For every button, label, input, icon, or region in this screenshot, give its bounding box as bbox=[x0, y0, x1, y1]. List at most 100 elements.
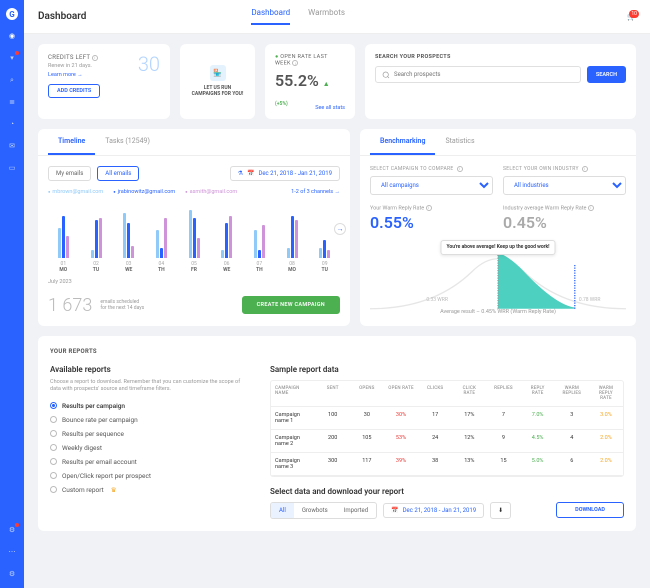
search-label: SEARCH YOUR PROSPECTS bbox=[375, 54, 626, 60]
add-credits-button[interactable]: ADD CREDITS bbox=[48, 84, 100, 98]
open-rate-card: ● OPEN RATE LAST WEEK i 55.2% ▲ (+5%) Se… bbox=[265, 44, 355, 119]
benchmarking-panel: Benchmarking Statistics SELECT CAMPAIGN … bbox=[360, 129, 636, 326]
nav-settings-icon[interactable]: ⚙ bbox=[6, 568, 18, 580]
nav-search-icon[interactable]: ⌕ bbox=[6, 74, 18, 86]
info-icon[interactable]: i bbox=[292, 60, 298, 66]
bell-curve-chart: You're above average! Keep up the good w… bbox=[370, 240, 626, 315]
logo[interactable]: G bbox=[6, 8, 18, 20]
calendar-icon: 📅 bbox=[391, 507, 398, 514]
info-icon[interactable]: i bbox=[582, 166, 588, 172]
chart-column: 02TU bbox=[85, 203, 108, 273]
search-input[interactable] bbox=[375, 66, 581, 83]
credits-card: CREDITS LEFT i Renew in 21 days. Learn m… bbox=[38, 44, 170, 119]
chart-column: 04TH bbox=[150, 203, 173, 273]
email-legend-3: asmith@gmail.com bbox=[185, 189, 237, 195]
nav-help-icon[interactable]: ⋯ bbox=[6, 546, 18, 558]
nav-folder-icon[interactable]: ▭ bbox=[6, 162, 18, 174]
tab-warmbots[interactable]: Warmbots bbox=[308, 8, 345, 25]
nav-dashboard-icon[interactable]: ◉ bbox=[6, 30, 18, 42]
industry-rate-value: 0.45% bbox=[503, 213, 626, 232]
nav-mail-icon[interactable]: ✉ bbox=[6, 140, 18, 152]
available-reports-heading: Available reports bbox=[50, 365, 250, 374]
report-option[interactable]: Open/Click report per prospect bbox=[50, 472, 250, 480]
timeline-chart: 01MO02TU03WE04TH05FR06WE07TH08MO09TU→ bbox=[48, 203, 340, 273]
reports-section: YOUR REPORTS Available reports Choose a … bbox=[38, 336, 636, 531]
learn-more-link[interactable]: Learn more → bbox=[48, 72, 83, 78]
search-card: SEARCH YOUR PROSPECTS SEARCH bbox=[365, 44, 636, 119]
chart-next-arrow[interactable]: → bbox=[334, 223, 346, 235]
scheduled-count: 1 673 bbox=[48, 295, 92, 316]
campaign-select[interactable]: All campaigns bbox=[370, 176, 493, 195]
chart-column: 05FR bbox=[183, 203, 206, 273]
chart-column: 06WE bbox=[215, 203, 238, 273]
tab-tasks[interactable]: Tasks (12549) bbox=[95, 129, 160, 155]
credits-count: 30 bbox=[138, 52, 160, 76]
nav-list-icon[interactable]: ≣ bbox=[6, 96, 18, 108]
your-rate-label: Your Warm Reply Rate bbox=[370, 205, 424, 211]
report-option[interactable]: Results per campaign bbox=[50, 402, 250, 410]
filter-my-emails[interactable]: My emails bbox=[48, 166, 91, 181]
see-all-stats-link[interactable]: See all stats bbox=[315, 105, 345, 111]
crown-icon: ♛ bbox=[111, 486, 117, 494]
report-option[interactable]: Weekly digest bbox=[50, 444, 250, 452]
promo-text: LET US RUNCAMPAIGNS FOR YOU! bbox=[192, 85, 244, 98]
tab-statistics[interactable]: Statistics bbox=[435, 129, 484, 155]
industry-rate-label: Industry average Warm Reply Rate bbox=[503, 205, 586, 211]
search-button[interactable]: SEARCH bbox=[587, 66, 626, 83]
campaigns-promo-card[interactable]: 🏪 LET US RUNCAMPAIGNS FOR YOU! bbox=[180, 44, 255, 119]
report-option[interactable]: Custom report♛ bbox=[50, 486, 250, 494]
chart-column: 03WE bbox=[117, 203, 140, 273]
chart-column: 09TU bbox=[313, 203, 336, 273]
chart-column: 07TH bbox=[248, 203, 271, 273]
store-icon: 🏪 bbox=[210, 65, 226, 81]
tab-dashboard[interactable]: Dashboard bbox=[251, 8, 290, 25]
avg-result-text: Average result – 0.45% WRR (Warm Reply R… bbox=[370, 309, 626, 315]
chart-column: 01MO bbox=[52, 203, 75, 273]
report-option[interactable]: Results per sequence bbox=[50, 430, 250, 438]
create-campaign-button[interactable]: CREATE NEW CAMPAIGN bbox=[242, 296, 340, 314]
cart-icon[interactable]: 🛒10 bbox=[627, 13, 636, 21]
nav-megaphone-icon[interactable]: ◔ bbox=[6, 118, 18, 130]
email-legend-1: mbrown@gmail.com bbox=[48, 189, 103, 195]
tab-timeline[interactable]: Timeline bbox=[48, 129, 95, 155]
date-range-picker[interactable]: ⚗ 📅 Dec 21, 2018 - Jan 21, 2019 bbox=[230, 166, 340, 181]
chart-tooltip: You're above average! Keep up the good w… bbox=[441, 240, 556, 255]
table-row: Campaign name 220010553%2412%94.5%42.0% bbox=[271, 430, 623, 453]
report-option[interactable]: Results per email account bbox=[50, 458, 250, 466]
your-rate-value: 0.55% bbox=[370, 213, 493, 232]
info-icon[interactable]: i bbox=[92, 55, 98, 61]
trend-up-icon: ▲ bbox=[323, 80, 330, 88]
download-icon-button[interactable]: ⬇ bbox=[490, 502, 511, 519]
info-icon[interactable]: i bbox=[588, 205, 594, 211]
calendar-icon: 📅 bbox=[247, 170, 254, 177]
report-option[interactable]: Bounce rate per campaign bbox=[50, 416, 250, 424]
download-button[interactable]: DOWNLOAD bbox=[556, 502, 624, 518]
page-title: Dashboard bbox=[38, 11, 86, 22]
industry-select[interactable]: All industries bbox=[503, 176, 626, 195]
nav-integrations-icon[interactable]: ⚙ bbox=[6, 524, 18, 536]
scheduled-text: emails scheduledfor the next 14 days bbox=[100, 299, 144, 312]
channels-pager[interactable]: 1-2 of 3 channels → bbox=[291, 189, 340, 195]
chart-month: July 2023 bbox=[48, 279, 340, 285]
open-rate-value: 55.2% bbox=[275, 71, 319, 90]
email-legend-2: jrabinowitz@gmail.com bbox=[113, 189, 175, 195]
filter-all-emails[interactable]: All emails bbox=[97, 166, 139, 181]
tab-benchmarking[interactable]: Benchmarking bbox=[370, 129, 435, 155]
table-row: Campaign name 330011739%3813%155.0%62.0% bbox=[271, 453, 623, 476]
seg-growbots[interactable]: Growbots bbox=[294, 503, 336, 518]
download-date-range[interactable]: 📅 Dec 21, 2018 - Jan 21, 2019 bbox=[383, 503, 484, 518]
topbar: Dashboard Dashboard Warmbots 🛒10 bbox=[24, 0, 650, 34]
seg-imported[interactable]: Imported bbox=[336, 503, 376, 518]
open-rate-label: OPEN RATE LAST WEEK bbox=[275, 54, 328, 67]
seg-all[interactable]: All bbox=[271, 503, 294, 518]
reports-description: Choose a report to download. Remember th… bbox=[50, 379, 250, 394]
info-icon[interactable]: i bbox=[426, 205, 432, 211]
info-icon[interactable]: i bbox=[457, 166, 463, 172]
filter-icon: ⚗ bbox=[238, 170, 243, 177]
reports-heading: YOUR REPORTS bbox=[50, 348, 624, 355]
chart-column: 08MO bbox=[281, 203, 304, 273]
nav-funnel-icon[interactable]: ▾ bbox=[6, 52, 18, 64]
x-axis-left: 0.33 WRR bbox=[426, 297, 448, 303]
table-row: Campaign name 11003030%1717%77.0%33.0% bbox=[271, 407, 623, 430]
sample-data-heading: Sample report data bbox=[270, 365, 624, 374]
